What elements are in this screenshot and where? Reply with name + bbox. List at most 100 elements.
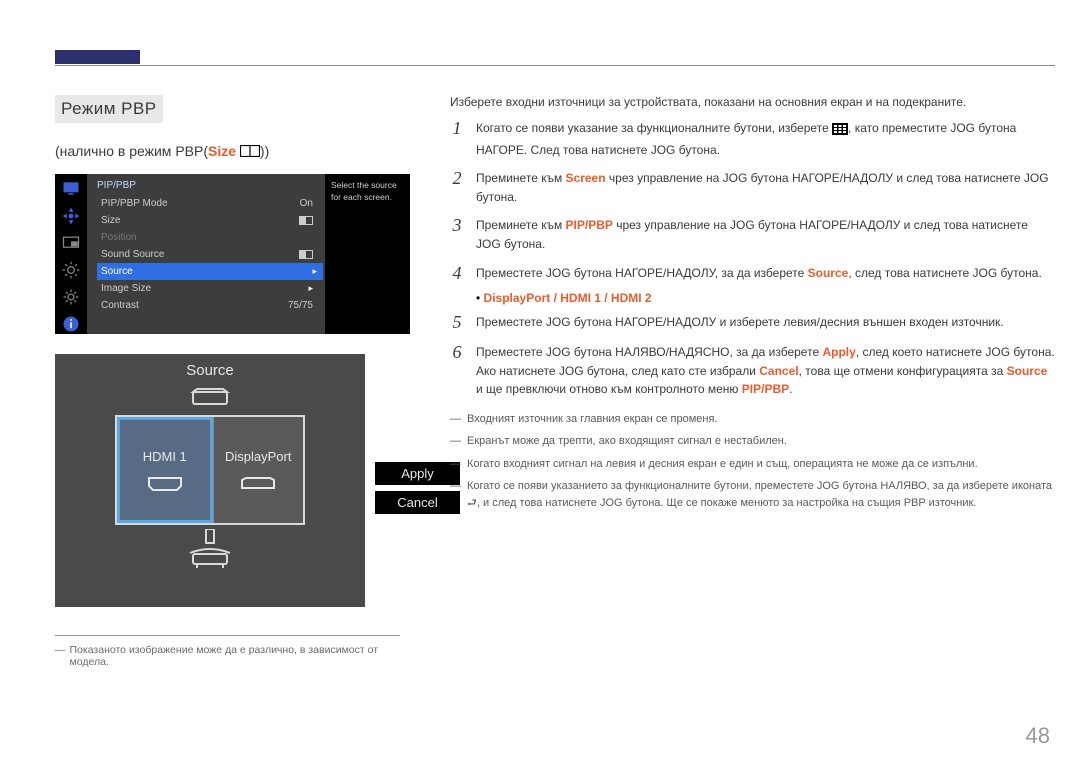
chevron-right-icon: ▸ [312, 266, 317, 277]
step-text: Преминете към [476, 171, 566, 185]
source-left-label: HDMI 1 [143, 449, 187, 464]
subtitle-suffix: )) [260, 143, 269, 159]
note-item: ―Екранът може да трепти, ако входящият с… [450, 433, 1055, 450]
source-panel-title: Source [55, 362, 365, 379]
monitor-left-source: HDMI 1 [117, 417, 213, 523]
osd-row-contrast: Contrast 75/75 [97, 297, 323, 314]
nav-cross-icon [60, 205, 82, 226]
dash-icon: ― [55, 644, 66, 668]
menu-grid-icon [832, 122, 848, 141]
dash-icon: ― [450, 411, 461, 428]
osd-row-imagesize: Image Size ▸ [97, 280, 323, 297]
osd-row-label: Sound Source [101, 249, 164, 260]
osd-row-source-selected: Source ▸ [97, 263, 323, 280]
step-6: 6 Преместете JOG бутона НАЛЯВО/НАДЯСНО, … [450, 343, 1055, 399]
note-item: ―Когато се появи указанието за функциона… [450, 478, 1055, 511]
apply-button[interactable]: Apply [375, 462, 460, 485]
note-item: ― Входният източник за главния екран се п… [450, 411, 1055, 428]
dash-icon: ― [450, 456, 461, 473]
step-text: Преминете към [476, 218, 566, 232]
osd-row-label: PIP/PBP Mode [101, 198, 168, 209]
osd-row-label: Image Size [101, 283, 151, 294]
step-4: 4 Преместете JOG бутона НАГОРЕ/НАДОЛУ, з… [450, 264, 1055, 284]
osd-menu-list: PIP/PBP PIP/PBP Mode On Size Position So… [87, 174, 325, 334]
osd-row-label: Size [101, 215, 120, 226]
osd-side-hint: Select the source for each screen. [325, 174, 410, 334]
hdmi-icon [147, 476, 183, 492]
subtitle: (налично в режим PBP(Size )) [55, 143, 415, 160]
osd-menu-illustration: PIP/PBP PIP/PBP Mode On Size Position So… [55, 174, 410, 334]
step-2: 2 Преминете към Screen чрез управление н… [450, 169, 1055, 206]
osd-row-value: On [300, 198, 313, 209]
footnote-text: Показаното изображение може да е различн… [70, 644, 416, 668]
notes-block: ― Входният източник за главния екран се п… [450, 411, 1055, 512]
info-icon [60, 313, 82, 334]
keyword-source: Source [808, 266, 849, 280]
step-number: 5 [450, 313, 464, 333]
keyword-screen: Screen [566, 171, 606, 185]
step-text: , това ще отмени конфигурацията за [799, 364, 1007, 378]
monitor-right-source: DisplayPort [213, 417, 304, 523]
step-number: 1 [450, 119, 464, 139]
displayport-top-icon [189, 387, 231, 409]
pbp-size-chip-icon [299, 216, 313, 225]
keyword-cancel: Cancel [759, 364, 798, 378]
section-title: Режим PBP [55, 95, 163, 123]
note-text: Когато се появи указанието за функционал… [467, 478, 1055, 511]
monitor-icon [60, 178, 82, 199]
osd-row-label: Position [101, 232, 137, 243]
step-3: 3 Преминете към PIP/PBP чрез управление … [450, 216, 1055, 253]
step-number: 3 [450, 216, 464, 236]
right-column: Изберете входни източници за устройстват… [450, 95, 1055, 517]
note-item: ― Когато входният сигнал на левия и десни… [450, 456, 1055, 473]
gear-icon [60, 286, 82, 307]
step-text: Преместете JOG бутона НАГОРЕ/НАДОЛУ, за … [476, 266, 808, 280]
footnote: ― Показаното изображение може да е разли… [55, 644, 415, 668]
source-action-buttons: Apply Cancel [375, 462, 460, 514]
osd-row-value: 75/75 [288, 300, 313, 311]
cancel-button[interactable]: Cancel [375, 491, 460, 514]
keyword-apply: Apply [822, 345, 855, 359]
sun-icon [60, 259, 82, 280]
step-body: Когато се появи указание за функционални… [476, 119, 1055, 159]
step-number: 6 [450, 343, 464, 363]
osd-row-mode: PIP/PBP Mode On [97, 195, 323, 212]
note-text: Входният източник за главния екран се пр… [467, 411, 717, 428]
steps-list-cont: 5 Преместете JOG бутона НАГОРЕ/НАДОЛУ и … [450, 313, 1055, 399]
step-5: 5 Преместете JOG бутона НАГОРЕ/НАДОЛУ и … [450, 313, 1055, 333]
step-text: и ще превключи отново към контролното ме… [476, 382, 742, 396]
keyword-pippbp: PIP/PBP [566, 218, 613, 232]
subtitle-prefix: (налично в режим PBP( [55, 143, 208, 159]
step-1: 1 Когато се появи указание за функционал… [450, 119, 1055, 159]
sound-side-chip-icon [299, 250, 313, 259]
source-panel-illustration: Source HDMI 1 DisplayPort [55, 354, 365, 607]
monitor-stage: HDMI 1 DisplayPort Apply Cancel [55, 387, 365, 597]
osd-row-size: Size [97, 212, 323, 229]
step-body: Преминете към Screen чрез управление на … [476, 169, 1055, 206]
left-column: Режим PBP (налично в режим PBP(Size )) P… [55, 95, 415, 668]
note-text: Когато входният сигнал на левия и десния… [467, 456, 978, 473]
page-number: 48 [1026, 723, 1050, 749]
step-body: Преминете към PIP/PBP чрез управление на… [476, 216, 1055, 253]
displayport-icon [240, 476, 276, 492]
step-body: Преместете JOG бутона НАЛЯВО/НАДЯСНО, за… [476, 343, 1055, 399]
intro-text: Изберете входни източници за устройстват… [450, 95, 1055, 109]
monitor-frame: HDMI 1 DisplayPort [115, 415, 305, 525]
osd-row-sound: Sound Source [97, 246, 323, 263]
osd-menu-title: PIP/PBP [97, 180, 323, 191]
subtitle-size-keyword: Size [208, 143, 236, 159]
step-text: , след това натиснете JOG бутона. [848, 266, 1042, 280]
step-number: 4 [450, 264, 464, 284]
header-rule [55, 65, 1055, 66]
step-body: Преместете JOG бутона НАГОРЕ/НАДОЛУ, за … [476, 264, 1055, 283]
keyword-source2: Source [1007, 364, 1048, 378]
osd-row-label: Contrast [101, 300, 139, 311]
pip-icon [60, 232, 82, 253]
pbp-size-icon [240, 144, 260, 160]
osd-main: PIP/PBP PIP/PBP Mode On Size Position So… [87, 174, 410, 334]
step-body: Преместете JOG бутона НАГОРЕ/НАДОЛУ и из… [476, 313, 1055, 332]
source-right-label: DisplayPort [225, 449, 291, 464]
options-bullet: DisplayPort / HDMI 1 / HDMI 2 [476, 291, 1055, 305]
header-accent-bar [55, 50, 140, 64]
dash-icon: ― [450, 478, 461, 511]
